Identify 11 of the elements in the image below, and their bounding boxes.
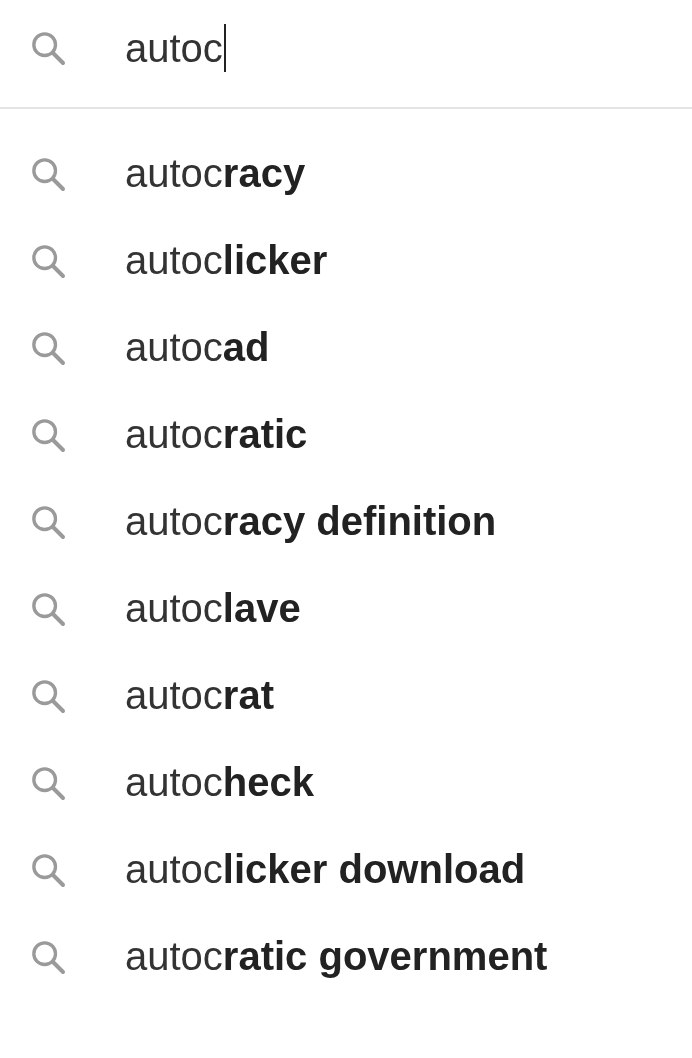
suggestion-item[interactable]: autocrat xyxy=(125,673,274,718)
suggestion-item[interactable]: autocad xyxy=(125,325,270,370)
suggestion-item[interactable]: autoclicker download xyxy=(125,847,526,892)
suggestion-item[interactable]: autoclave xyxy=(125,586,301,631)
suggestion-item[interactable]: autocracy definition xyxy=(125,499,497,544)
suggestion-item[interactable]: autocheck xyxy=(125,760,315,805)
search-field[interactable]: autoc xyxy=(125,23,226,72)
suggestion-item[interactable]: autoclicker xyxy=(125,238,328,283)
suggestion-item[interactable]: autocratic government xyxy=(125,934,548,979)
suggestion-item[interactable]: autocracy xyxy=(125,151,306,196)
suggestion-item[interactable]: autocratic xyxy=(125,412,308,457)
